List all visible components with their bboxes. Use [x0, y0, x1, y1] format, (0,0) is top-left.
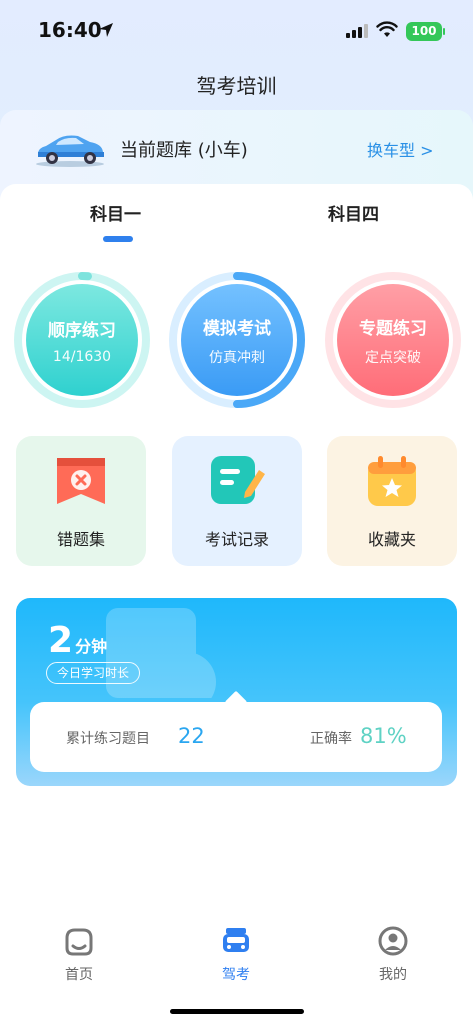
favorites-tile[interactable]: 收藏夹 — [327, 436, 457, 566]
wrong-questions-icon — [57, 458, 105, 504]
battery-indicator: 100 — [406, 22, 442, 41]
exam-record-icon — [211, 456, 265, 504]
study-minutes-unit: 分钟 — [75, 637, 108, 656]
exam-record-tile[interactable]: 考试记录 — [172, 436, 302, 566]
battery-cap — [443, 28, 445, 35]
sequential-practice-button[interactable]: 顺序练习 14/1630 — [12, 270, 152, 410]
signal-icon — [346, 24, 368, 38]
exam-record-label: 考试记录 — [204, 530, 269, 549]
car-icon — [36, 135, 104, 167]
home-indicator — [170, 1009, 304, 1014]
tab-active-indicator — [103, 236, 133, 242]
today-study-duration-tag: 今日学习时长 — [46, 662, 141, 684]
accuracy-value: 81% — [360, 724, 407, 748]
home-icon — [65, 928, 93, 956]
tabbar-driving-test[interactable]: 驾考 — [196, 926, 276, 984]
favorites-icon — [368, 456, 416, 506]
location-arrow-icon — [99, 23, 113, 37]
topic-practice-circle: 专题练习 定点突破 — [337, 284, 449, 396]
topic-practice-sub: 定点突破 — [365, 349, 421, 366]
profile-icon — [378, 926, 408, 956]
tabbar-profile[interactable]: 我的 — [353, 926, 433, 984]
stats-panel: 累计练习题目 22 正确率 81% — [30, 702, 442, 772]
question-bank-title: 当前题库 (小车) — [120, 140, 248, 161]
accuracy-label: 正确率 — [310, 731, 352, 747]
total-practice-label: 累计练习题目 — [66, 731, 150, 747]
mock-exam-circle: 模拟考试 仿真冲刺 — [181, 284, 293, 396]
car-icon — [223, 928, 249, 952]
mock-exam-title: 模拟考试 — [203, 318, 271, 339]
sequential-practice-progress: 14/1630 — [52, 348, 112, 365]
sequential-practice-title: 顺序练习 — [48, 320, 116, 341]
tabbar-home-label: 首页 — [65, 967, 93, 983]
status-bar: 16:40 100 — [0, 0, 473, 60]
study-stats-card: 2 分钟 今日学习时长 累计练习题目 22 正确率 81% — [16, 598, 457, 786]
status-time: 16:40 — [38, 18, 102, 42]
topic-practice-button[interactable]: 专题练习 定点突破 — [323, 270, 463, 410]
topic-practice-title: 专题练习 — [359, 318, 427, 339]
tab-subject-four[interactable]: 科目四 — [328, 200, 379, 225]
mock-exam-button[interactable]: 模拟考试 仿真冲刺 — [167, 270, 307, 410]
clock-decoration-icon — [106, 608, 216, 698]
switch-car-type-link[interactable]: 换车型 > — [367, 137, 434, 161]
study-minutes-value: 2 — [48, 620, 74, 661]
tabbar-driving-test-label: 驾考 — [222, 967, 250, 983]
tabbar-home[interactable]: 首页 — [39, 926, 119, 984]
page-title: 驾考培训 — [196, 74, 277, 98]
wrong-questions-tile[interactable]: 错题集 — [16, 436, 146, 566]
sequential-practice-circle: 顺序练习 14/1630 — [26, 284, 138, 396]
study-minutes: 2 分钟 — [48, 620, 107, 661]
total-practice-value: 22 — [178, 724, 205, 748]
favorites-label: 收藏夹 — [367, 530, 416, 549]
wrong-questions-label: 错题集 — [56, 530, 105, 549]
bottom-tab-bar: 首页 驾考 我的 — [0, 904, 473, 1024]
mock-exam-sub: 仿真冲刺 — [209, 349, 265, 366]
tab-subject-one[interactable]: 科目一 — [90, 200, 141, 225]
wifi-icon — [376, 21, 398, 37]
tabbar-profile-label: 我的 — [379, 967, 407, 983]
